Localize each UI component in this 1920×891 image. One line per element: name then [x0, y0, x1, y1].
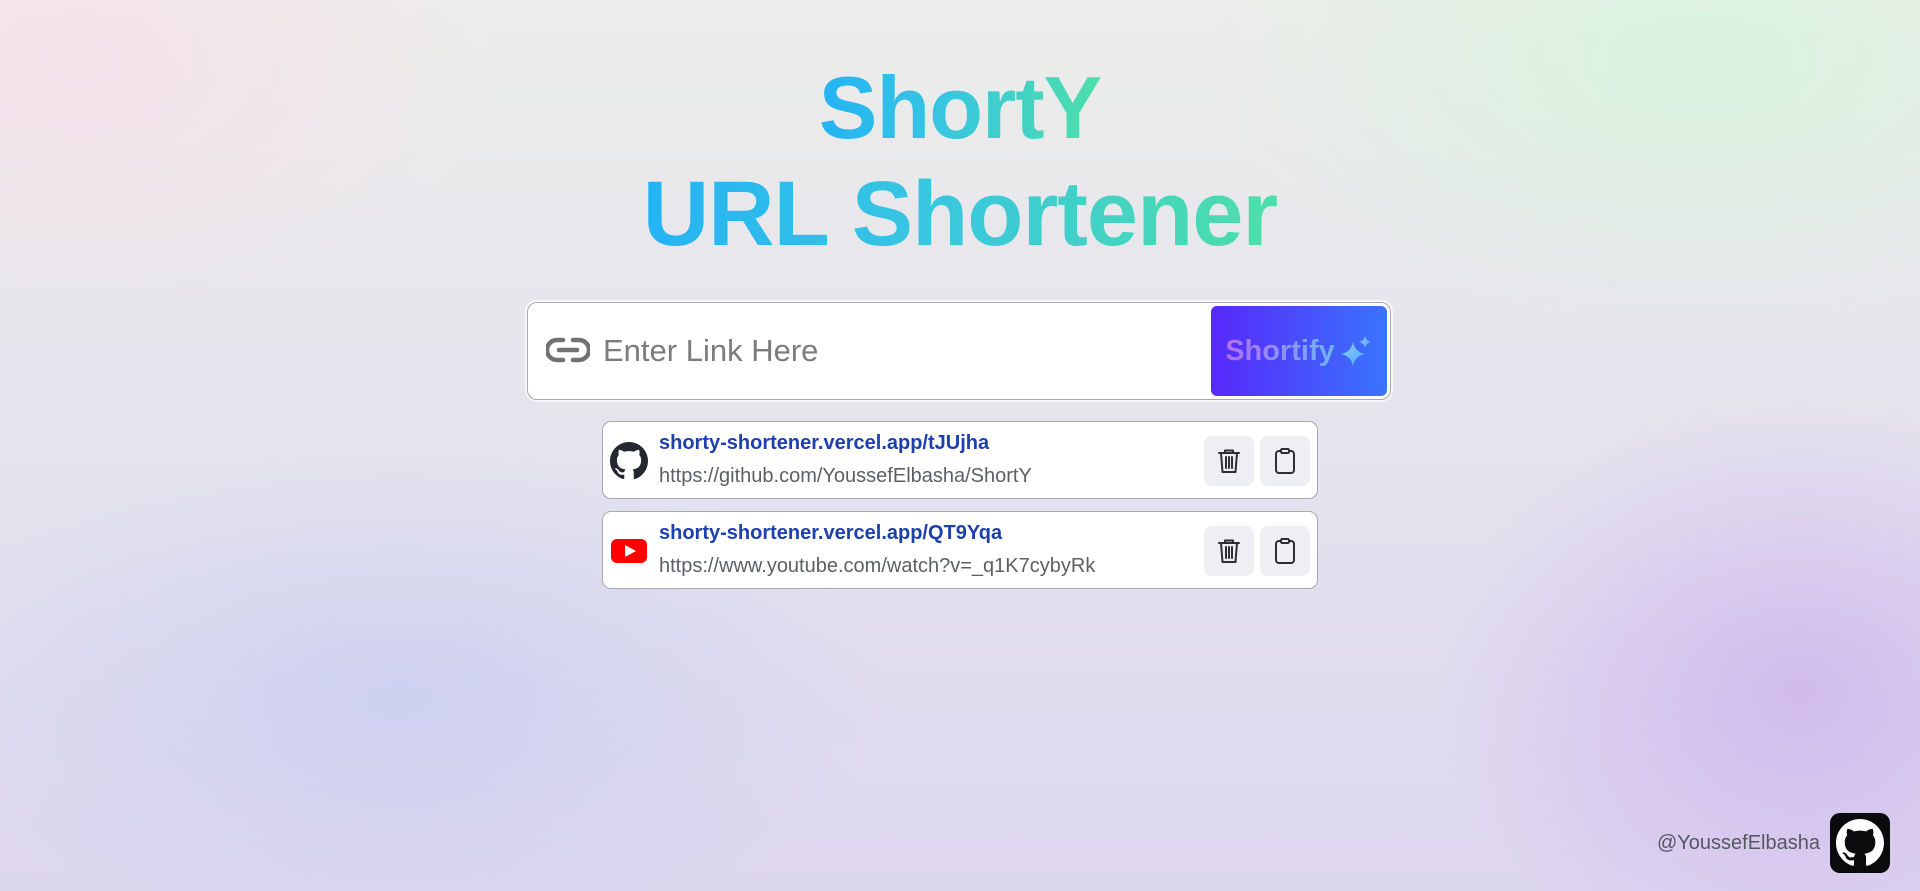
link-card: shorty-shortener.vercel.app/QT9Yqa https… [602, 511, 1318, 589]
link-input[interactable] [603, 321, 1123, 381]
short-link[interactable]: shorty-shortener.vercel.app/tJUjha [659, 432, 989, 455]
shorten-form: Shortify [527, 302, 1391, 400]
github-icon [1836, 819, 1884, 866]
delete-button[interactable] [1204, 436, 1254, 486]
page-title: ShortY URL Shortener [0, 58, 1920, 265]
youtube-icon [611, 539, 647, 563]
copy-button[interactable] [1260, 526, 1310, 576]
original-url: https://www.youtube.com/watch?v=_q1K7cyb… [659, 555, 1096, 577]
link-icon [546, 337, 590, 363]
copy-button[interactable] [1260, 436, 1310, 486]
clipboard-icon [1275, 538, 1295, 564]
app-subtitle: URL Shortener [642, 163, 1279, 265]
trash-icon [1218, 539, 1240, 563]
shortify-button[interactable]: Shortify [1211, 306, 1387, 396]
footer: @YoussefElbasha [1657, 813, 1890, 873]
short-link[interactable]: shorty-shortener.vercel.app/QT9Yqa [659, 522, 1002, 545]
trash-icon [1218, 449, 1240, 473]
github-icon [610, 442, 648, 480]
sparkles-icon [1340, 336, 1371, 366]
author-handle[interactable]: @YoussefElbasha [1657, 832, 1820, 855]
link-card: shorty-shortener.vercel.app/tJUjha https… [602, 421, 1318, 499]
clipboard-icon [1275, 448, 1295, 474]
delete-button[interactable] [1204, 526, 1254, 576]
original-url: https://github.com/YoussefElbasha/ShortY [659, 465, 1032, 487]
shortify-label: Shortify [1225, 334, 1335, 367]
app-title: ShortY [818, 58, 1102, 157]
github-link[interactable] [1830, 813, 1890, 873]
